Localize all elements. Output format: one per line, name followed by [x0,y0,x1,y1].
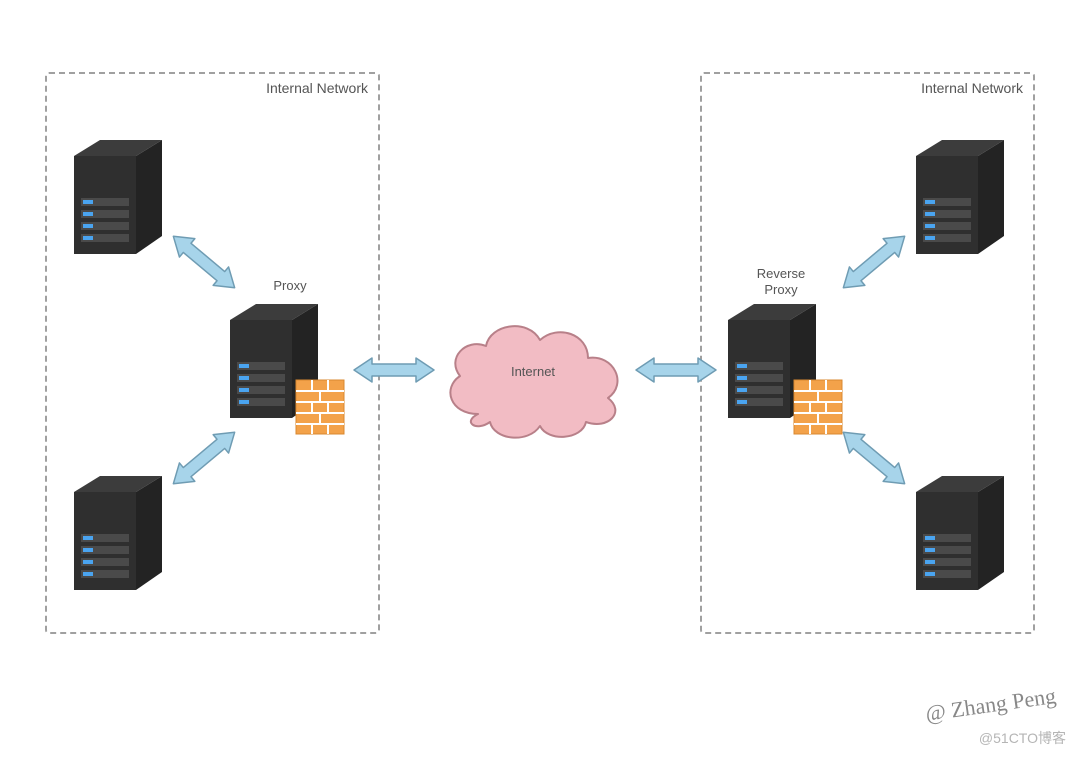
server-icon [74,472,164,594]
double-arrow-icon [354,358,434,382]
reverse-proxy-label-line1: Reverse [757,266,805,281]
firewall-icon [296,380,344,434]
right-network-title: Internal Network [921,80,1023,96]
watermark-signature: @ Zhang Peng [923,683,1057,727]
server-icon [74,136,164,258]
proxy-label: Proxy [260,278,320,294]
reverse-proxy-label: Reverse Proxy [746,266,816,297]
server-icon [916,136,1006,258]
diagram-stage: Internal Network Internal Network Proxy … [0,0,1080,764]
watermark-source: @51CTO博客 [979,728,1066,748]
left-network-title: Internal Network [266,80,368,96]
server-icon [916,472,1006,594]
double-arrow-icon [636,358,716,382]
firewall-icon [794,380,842,434]
internet-label: Internet [498,364,568,380]
reverse-proxy-label-line2: Proxy [764,282,797,297]
internet-cloud-icon [432,310,632,450]
